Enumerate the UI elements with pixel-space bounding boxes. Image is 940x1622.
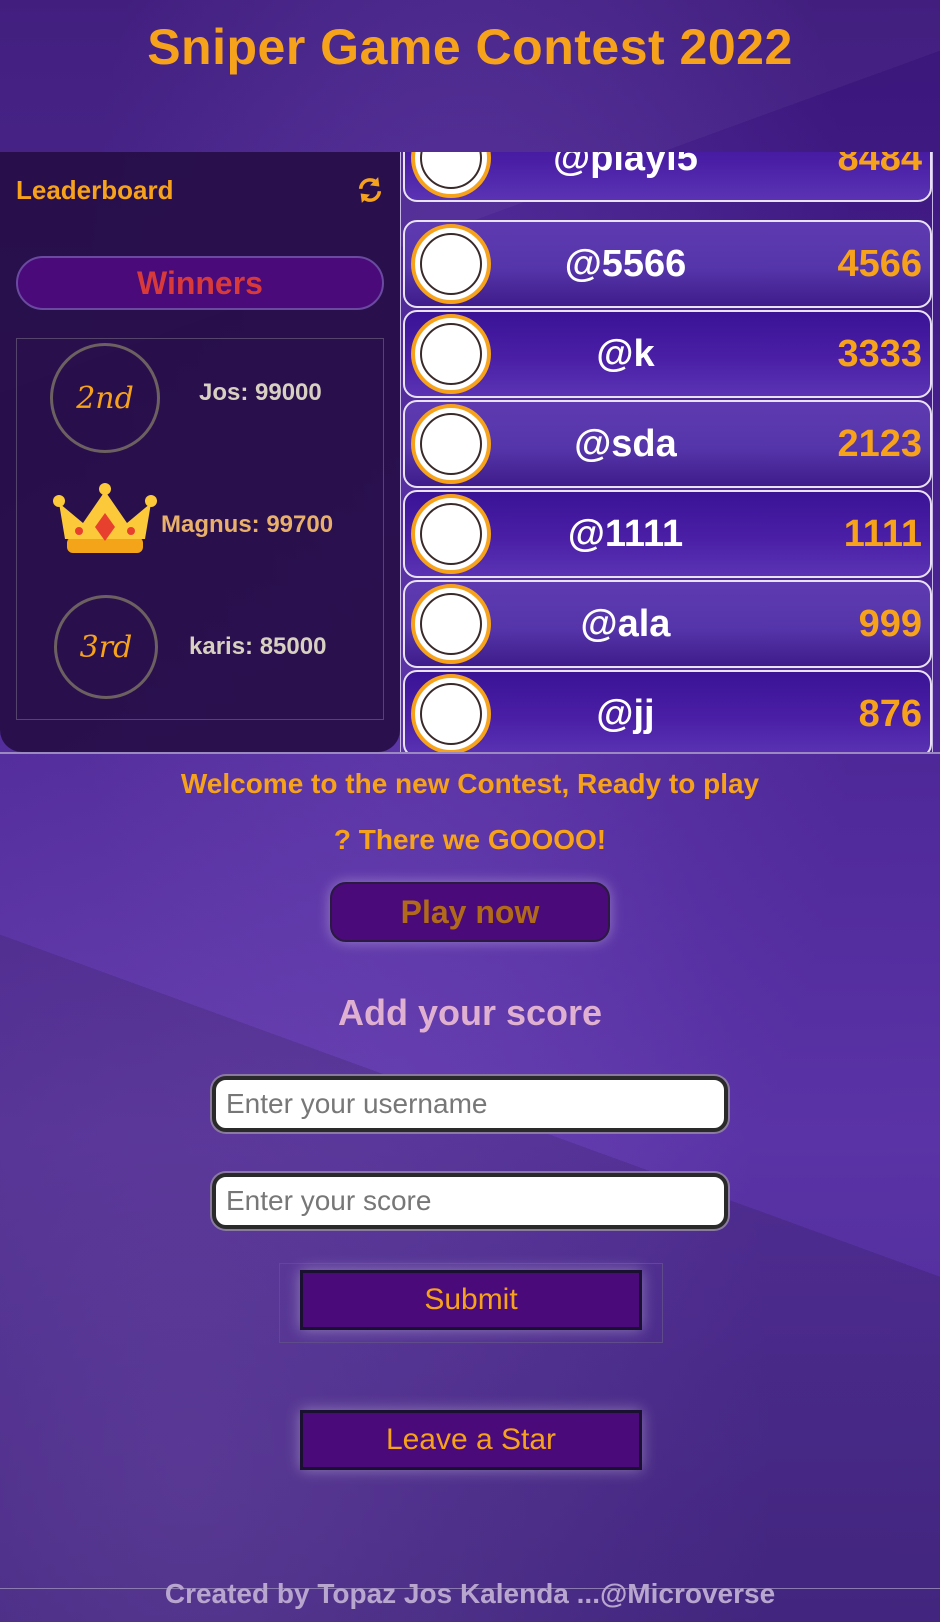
score-input[interactable]: [212, 1173, 728, 1229]
avatar: [411, 494, 491, 574]
third-place-badge: 3rd: [54, 595, 158, 699]
username-input[interactable]: [212, 1076, 728, 1132]
list-item: @5566 4566: [403, 220, 932, 308]
second-place-text: Jos: 99000: [199, 379, 322, 406]
avatar: [411, 404, 491, 484]
submit-button[interactable]: Submit: [300, 1270, 642, 1330]
list-item-username: @sda: [574, 422, 677, 465]
list-item-score: 8484: [837, 152, 922, 179]
avatar: [411, 584, 491, 664]
list-item-username: @5566: [564, 242, 687, 285]
list-item: @playi5 8484: [403, 152, 932, 202]
refresh-icon[interactable]: [356, 176, 384, 204]
third-place-text: karis: 85000: [189, 633, 327, 660]
list-item-username: @ala: [580, 602, 671, 645]
list-item-username: @k: [596, 332, 655, 375]
avatar: [411, 224, 491, 304]
leaderboard-panel: Leaderboard Winners 2nd Jos: 99000 Magnu…: [0, 152, 400, 752]
winners-label: Winners: [16, 256, 384, 310]
winners-box: 2nd Jos: 99000 Magnus: 99700 3rd karis: …: [16, 338, 384, 720]
list-item-score: 1111: [843, 512, 922, 555]
list-item-score: 876: [858, 692, 922, 735]
list-item-score: 3333: [837, 332, 922, 375]
first-place-text: Magnus: 99700: [161, 511, 334, 538]
list-item-username: @jj: [596, 692, 655, 735]
avatar: [411, 674, 491, 752]
list-item: @1111 1111: [403, 490, 932, 578]
list-item: @ala 999: [403, 580, 932, 668]
leave-star-button[interactable]: Leave a Star: [300, 1410, 642, 1470]
play-now-button[interactable]: Play now: [330, 882, 610, 942]
add-score-title: Add your score: [337, 992, 603, 1033]
leaderboard-title: Leaderboard: [16, 174, 174, 205]
crown-icon: [53, 483, 157, 553]
second-place-badge: 2nd: [50, 343, 160, 453]
avatar: [411, 314, 491, 394]
scores-list[interactable]: @playi5 8484 @5566 4566 @k 3333 @sda 212…: [400, 152, 933, 752]
section-divider: [0, 752, 940, 754]
list-item: @jj 876: [403, 670, 932, 752]
footer-credit: Created by Topaz Jos Kalenda ...@Microve…: [164, 1578, 776, 1609]
avatar: [411, 152, 491, 198]
list-item-score: 2123: [837, 422, 922, 465]
welcome-message: Welcome to the new Contest, Ready to pla…: [180, 768, 760, 855]
list-item-username: @playi5: [553, 152, 698, 179]
list-item-score: 999: [858, 602, 922, 645]
list-item-score: 4566: [837, 242, 922, 285]
page-title: Sniper Game Contest 2022: [147, 19, 793, 75]
list-item: @k 3333: [403, 310, 932, 398]
list-item: @sda 2123: [403, 400, 932, 488]
leaderboard-header: Leaderboard: [16, 172, 384, 208]
list-item-username: @1111: [567, 512, 684, 555]
